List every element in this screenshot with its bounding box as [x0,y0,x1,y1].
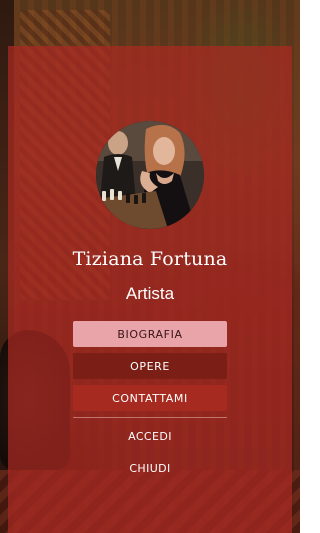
menu-divider [73,417,227,418]
accedi-link[interactable]: ACCEDI [73,430,227,443]
chiudi-link[interactable]: CHIUDI [73,462,227,475]
profile-role: Artista [125,284,175,303]
profile-name: Tiziana Fortuna [72,248,228,270]
contattami-button[interactable]: CONTATTAMI [73,385,227,411]
menu-screen: Tiziana Fortuna Artista BIOGRAFIA OPERE … [0,0,300,533]
biografia-button[interactable]: BIOGRAFIA [73,321,227,347]
avatar-image [96,121,204,229]
opere-button[interactable]: OPERE [73,353,227,379]
avatar [96,121,204,229]
